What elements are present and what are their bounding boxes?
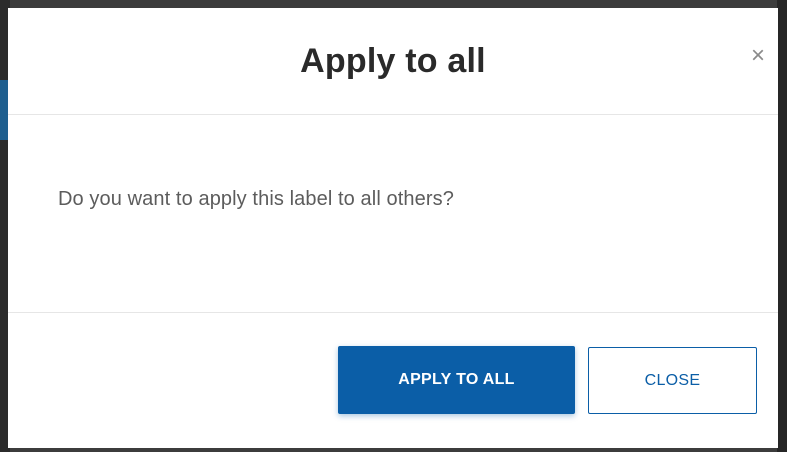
close-icon[interactable]: ×: [744, 42, 772, 70]
backdrop-accent: [0, 80, 8, 140]
close-button[interactable]: CLOSE: [588, 347, 757, 414]
backdrop-right: [777, 0, 787, 452]
dialog-footer: APPLY TO ALL CLOSE: [8, 313, 778, 448]
apply-to-all-button[interactable]: APPLY TO ALL: [338, 346, 575, 414]
apply-to-all-dialog: Apply to all × Do you want to apply this…: [8, 8, 778, 448]
dialog-title: Apply to all: [300, 42, 486, 80]
dialog-body: Do you want to apply this label to all o…: [8, 115, 778, 313]
dialog-message: Do you want to apply this label to all o…: [58, 188, 454, 210]
dialog-header: Apply to all ×: [8, 8, 778, 115]
